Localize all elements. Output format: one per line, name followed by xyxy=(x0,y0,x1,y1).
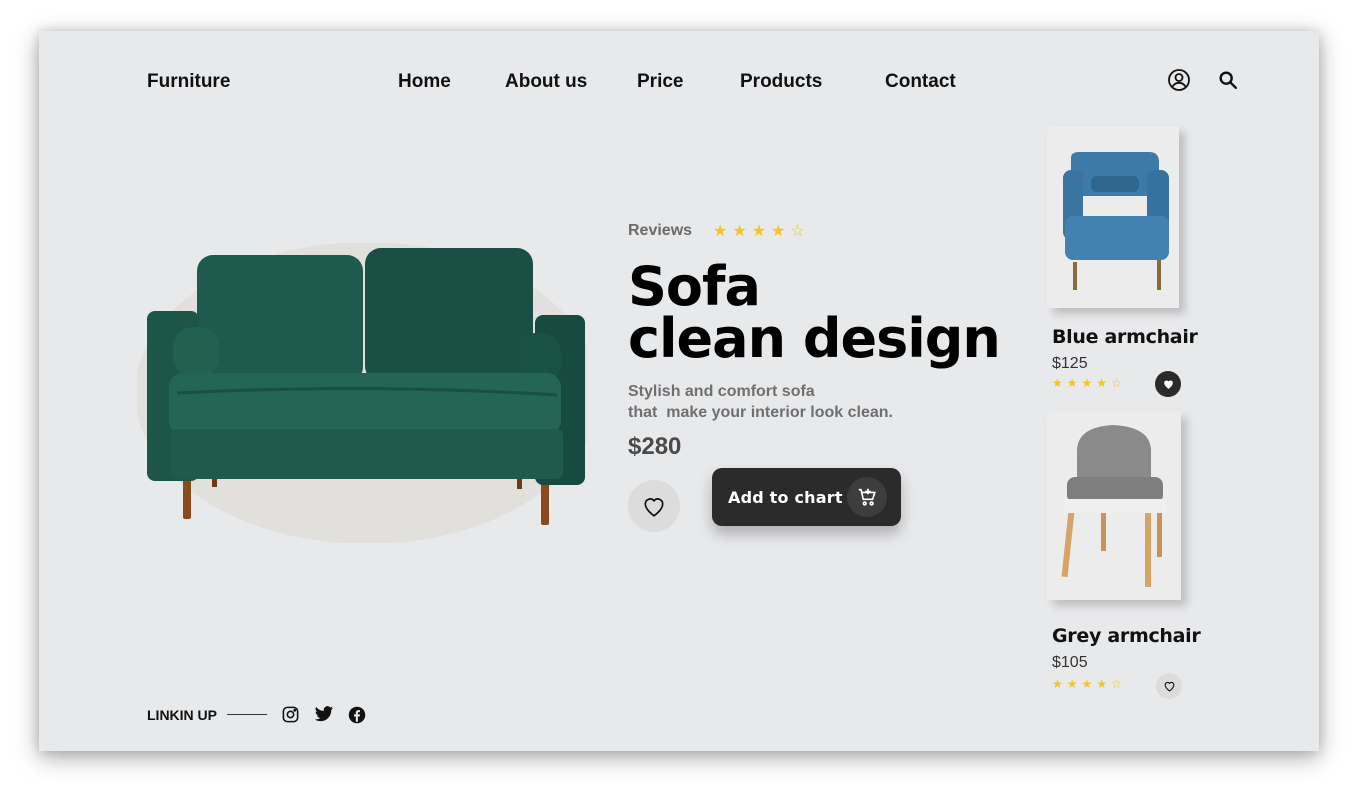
instagram-icon[interactable] xyxy=(281,705,300,724)
product-rating-stars: ★ ★ ★ ★ ☆ xyxy=(1052,377,1122,389)
product-name[interactable]: Blue armchair xyxy=(1052,326,1198,348)
hero-description: Stylish and comfort sofa that make your … xyxy=(628,381,893,423)
product-image-grey-armchair[interactable] xyxy=(1047,411,1181,600)
star-filled-icon: ★ xyxy=(1066,677,1078,691)
nav-price[interactable]: Price xyxy=(637,71,683,93)
heart-icon xyxy=(644,498,664,517)
star-filled-icon: ★ xyxy=(1096,376,1108,390)
hero-description-line2: that make your interior look clean. xyxy=(628,404,893,421)
brand-logo[interactable]: Furniture xyxy=(147,71,230,93)
social-links: LINKIN UP xyxy=(147,705,380,724)
cart-icon xyxy=(847,477,887,517)
star-filled-icon: ★ xyxy=(771,223,786,240)
product-price: $105 xyxy=(1052,654,1088,671)
product-favorite-button[interactable] xyxy=(1156,673,1182,699)
star-filled-icon: ★ xyxy=(732,223,747,240)
star-filled-icon: ★ xyxy=(1052,677,1063,691)
hero-title-line1: Sofa xyxy=(628,255,761,318)
star-empty-icon: ☆ xyxy=(1111,376,1122,390)
star-filled-icon: ★ xyxy=(1081,376,1093,390)
hero-rating-stars: ★ ★ ★ ★ ☆ xyxy=(713,224,805,240)
page-frame: Furniture Home About us Price Products C… xyxy=(39,31,1319,751)
hero-title-line2: clean design xyxy=(628,307,1001,370)
star-filled-icon: ★ xyxy=(1052,376,1063,390)
star-filled-icon: ★ xyxy=(1096,677,1108,691)
product-favorite-button[interactable] xyxy=(1155,371,1181,397)
product-image-blue-armchair[interactable] xyxy=(1047,126,1179,308)
linkin-up-label: LINKIN UP xyxy=(147,706,217,723)
twitter-icon[interactable] xyxy=(314,706,334,723)
search-icon[interactable] xyxy=(1217,69,1239,96)
add-to-cart-button[interactable]: Add to chart xyxy=(712,468,901,526)
product-rating-stars: ★ ★ ★ ★ ☆ xyxy=(1052,678,1122,690)
star-filled-icon: ★ xyxy=(713,223,728,240)
hero-price: $280 xyxy=(628,433,682,460)
hero-description-line1: Stylish and comfort sofa xyxy=(628,383,815,400)
nav-products[interactable]: Products xyxy=(740,71,822,93)
heart-icon xyxy=(1164,681,1174,692)
divider-line xyxy=(227,714,267,715)
nav-about-us[interactable]: About us xyxy=(505,71,587,93)
reviews-label: Reviews xyxy=(628,222,693,239)
sofa-image xyxy=(135,242,599,544)
product-price: $125 xyxy=(1052,355,1088,372)
product-name[interactable]: Grey armchair xyxy=(1052,625,1201,647)
star-empty-icon: ☆ xyxy=(1111,677,1122,691)
nav-home[interactable]: Home xyxy=(398,71,451,93)
user-icon[interactable] xyxy=(1167,68,1191,97)
star-empty-icon: ☆ xyxy=(790,223,805,240)
heart-filled-icon xyxy=(1163,380,1173,389)
facebook-icon[interactable] xyxy=(348,706,366,724)
nav-contact[interactable]: Contact xyxy=(885,71,956,93)
star-filled-icon: ★ xyxy=(1081,677,1093,691)
hero-title: Sofa clean design xyxy=(628,255,1001,370)
add-to-cart-label: Add to chart xyxy=(728,487,843,507)
star-filled-icon: ★ xyxy=(1066,376,1078,390)
favorite-button[interactable] xyxy=(628,480,680,532)
star-filled-icon: ★ xyxy=(751,223,767,240)
